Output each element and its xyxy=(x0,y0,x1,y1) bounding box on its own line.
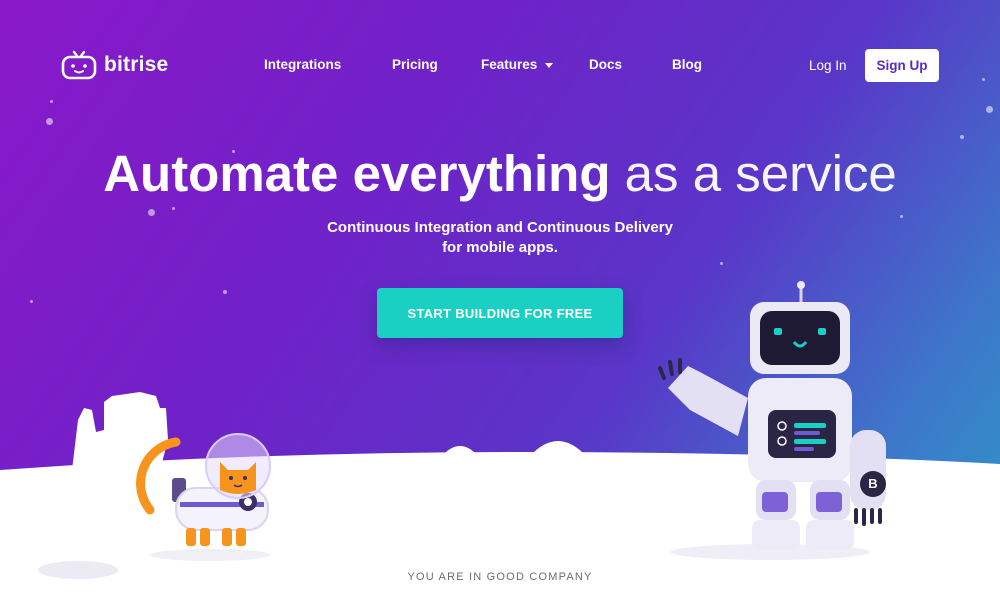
nav-item-features-label: Features xyxy=(481,57,538,72)
cat-leg xyxy=(236,528,246,546)
robot-foot xyxy=(752,520,800,550)
brand-logo[interactable]: bitrise xyxy=(60,50,168,80)
robot-face-icon xyxy=(61,50,97,80)
hero-subtitle-line1: Continuous Integration and Continuous De… xyxy=(327,219,673,236)
headline-light: as a service xyxy=(624,145,897,202)
cat-leg xyxy=(222,528,232,546)
hero-subtitle: Continuous Integration and Continuous De… xyxy=(0,218,1000,258)
nav-item-integrations[interactable]: Integrations xyxy=(264,57,341,72)
brand-name: bitrise xyxy=(104,53,169,76)
cat-shadow xyxy=(150,549,270,561)
headline-strong: Automate everything xyxy=(103,145,611,202)
hero-subtitle-line2: for mobile apps. xyxy=(442,239,558,256)
robot-face xyxy=(760,311,840,365)
cat-leg xyxy=(186,528,196,546)
nav-item-docs[interactable]: Docs xyxy=(589,57,622,72)
nav-item-blog[interactable]: Blog xyxy=(672,57,702,72)
good-company-heading: YOU ARE IN GOOD COMPANY xyxy=(407,571,593,583)
nav-item-features[interactable]: Features xyxy=(481,57,554,72)
robot-arm-right xyxy=(850,430,886,510)
robot-foot xyxy=(806,520,854,550)
robot-arm-left xyxy=(668,366,748,436)
top-navigation: bitrise Integrations Pricing Features Do… xyxy=(0,0,1000,130)
login-link[interactable]: Log In xyxy=(809,58,847,73)
chevron-down-icon xyxy=(545,62,554,68)
signup-button[interactable]: Sign Up xyxy=(865,49,939,82)
cat-leg xyxy=(200,528,210,546)
nav-item-pricing[interactable]: Pricing xyxy=(392,57,438,72)
robot-badge-label: B xyxy=(868,476,878,491)
hero-section: B bitrise Integrations Pricing Features … xyxy=(0,0,1000,603)
start-building-button[interactable]: START BUILDING FOR FREE xyxy=(377,288,623,338)
hero-headline: Automate everything as a service xyxy=(0,143,1000,205)
